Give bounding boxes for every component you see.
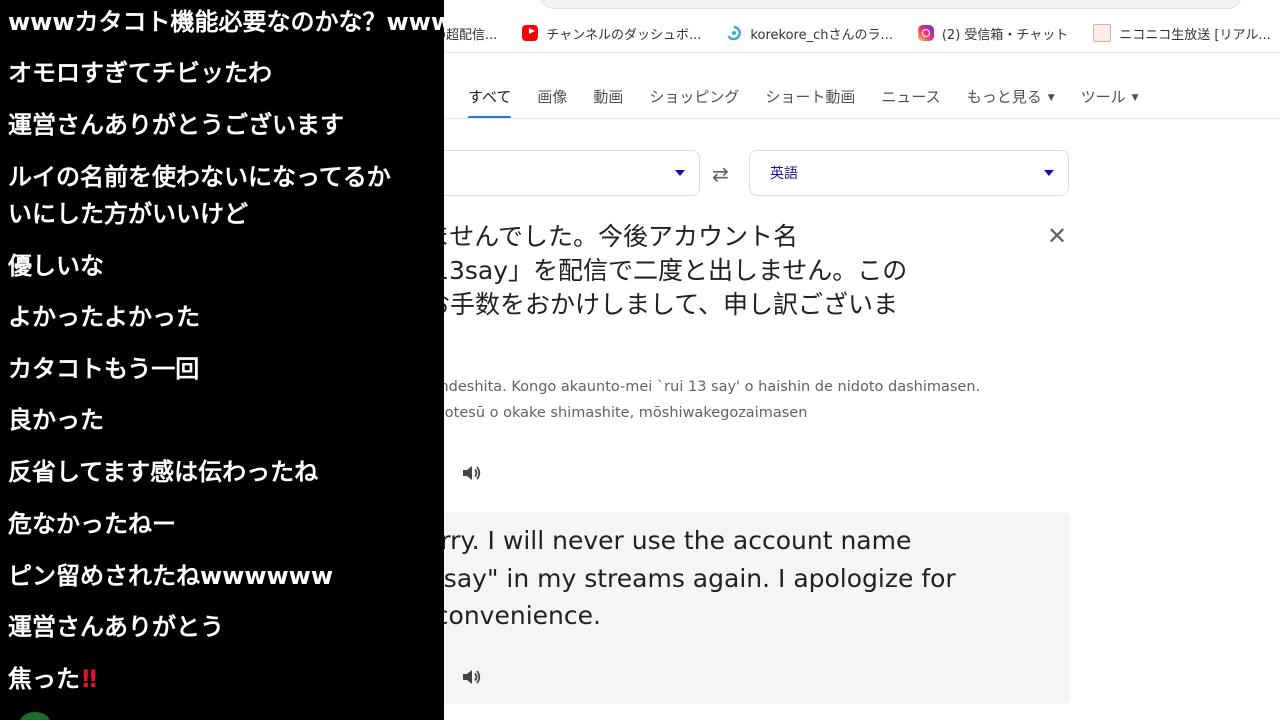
caret-down-icon: ▼ bbox=[1047, 92, 1055, 103]
target-language-label: 英語 bbox=[770, 166, 798, 182]
tab-label: ニュース bbox=[881, 88, 941, 106]
divider bbox=[420, 118, 1280, 119]
translated-text: sorry. I will never use the account name… bbox=[412, 522, 1052, 635]
comment-item: 反省してます感は伝わったね bbox=[8, 458, 319, 486]
bookmark-label: チャンネルのダッシュボ... bbox=[546, 27, 702, 43]
comment-item: ピン留めされたねwwwwww bbox=[8, 562, 334, 590]
source-line: みませんでした。今後アカウント名 bbox=[400, 222, 799, 251]
translated-line: 13say" in my streams again. I apologize … bbox=[412, 563, 956, 593]
tab-news[interactable]: ニュース bbox=[881, 86, 940, 119]
tab-label: ショッピング bbox=[649, 88, 740, 106]
speaker-icon[interactable] bbox=[460, 462, 482, 484]
source-text[interactable]: みませんでした。今後アカウント名 rui13say」を配信で二度と出しません。こ… bbox=[400, 220, 1050, 356]
partial-avatar bbox=[20, 712, 50, 720]
romaji-line: masendeshita. Kongo akaunto-mei `rui 13 … bbox=[400, 379, 981, 395]
tab-tools[interactable]: ツール ▼ bbox=[1081, 86, 1139, 119]
comment-item: カタコトもう一回 bbox=[8, 355, 200, 383]
bookmark-label: korekore_chさんのラ... bbox=[750, 27, 893, 43]
comment-item: オモロすぎてチビッたわ bbox=[8, 59, 272, 87]
tab-images[interactable]: 画像 bbox=[537, 86, 567, 119]
source-line: rui13say」を配信で二度と出しません。この bbox=[400, 256, 908, 285]
tab-label: もっと見る bbox=[966, 88, 1042, 106]
tab-short-videos[interactable]: ショート動画 bbox=[765, 86, 855, 119]
bookmark-item[interactable]: チャンネルのダッシュボ... bbox=[522, 24, 701, 43]
search-tabs: すべて 画像 動画 ショッピング ショート動画 ニュース もっと見る ▼ ツール ▼ bbox=[468, 86, 1165, 119]
dropdown-arrow-icon bbox=[1044, 170, 1054, 176]
bookmark-item[interactable]: (2) 受信箱・チャット bbox=[917, 24, 1069, 43]
comment-item: wwwカタコト機能必要なのかな？wwwww bbox=[8, 8, 444, 36]
bookmark-item[interactable]: korekore_chさんのラ... bbox=[726, 24, 893, 43]
clear-text-icon[interactable]: ✕ bbox=[1047, 222, 1067, 250]
romaji-line: abiha otesū o okake shimashite, mōshiwak… bbox=[400, 405, 808, 421]
bookmarks-bar: レ@超配信... チャンネルのダッシュボ... korekore_chさんのラ.… bbox=[420, 14, 1280, 53]
target-language-select[interactable]: 英語 bbox=[749, 150, 1069, 196]
comment-text: 焦った bbox=[8, 665, 80, 693]
comment-item: 良かった bbox=[8, 406, 104, 434]
romanization: masendeshita. Kongo akaunto-mei `rui 13 … bbox=[400, 374, 1060, 426]
niconico-icon bbox=[1093, 24, 1112, 42]
twitcasting-icon bbox=[727, 25, 742, 41]
comment-item: ルイの名前を使わないになってるか bbox=[8, 163, 391, 191]
comment-item: 優しいな bbox=[8, 252, 104, 280]
double-exclamation-icon: ‼ bbox=[82, 665, 98, 693]
comment-item: よかったよかった bbox=[8, 303, 200, 331]
bookmark-item[interactable]: ニコニコ生放送 [リアル... bbox=[1093, 24, 1271, 43]
translated-line: sorry. I will never use the account name bbox=[412, 526, 912, 555]
comment-item: 運営さんありがとうございます bbox=[8, 111, 344, 139]
tab-label: すべて bbox=[468, 88, 512, 106]
tab-label: ショート動画 bbox=[765, 88, 856, 106]
tab-videos[interactable]: 動画 bbox=[593, 86, 623, 119]
tab-all[interactable]: すべて bbox=[468, 86, 512, 119]
tab-label: 画像 bbox=[537, 88, 568, 106]
speaker-icon[interactable] bbox=[460, 666, 482, 688]
source-line: はお手数をおかけしまして、申し訳ございま bbox=[400, 290, 899, 319]
youtube-icon bbox=[522, 25, 539, 41]
translated-line: inconvenience. bbox=[412, 601, 601, 630]
caret-down-icon: ▼ bbox=[1131, 92, 1139, 103]
tab-shopping[interactable]: ショッピング bbox=[649, 86, 739, 119]
address-bar[interactable] bbox=[540, 0, 1242, 9]
comment-item: 運営さんありがとう bbox=[8, 613, 224, 641]
dropdown-arrow-icon bbox=[675, 170, 685, 176]
tab-more[interactable]: もっと見る ▼ bbox=[967, 86, 1055, 119]
tab-label: 動画 bbox=[593, 88, 624, 106]
bookmark-label: ニコニコ生放送 [リアル... bbox=[1119, 27, 1271, 43]
comment-item: いにした方がいいけど bbox=[8, 200, 248, 228]
swap-languages-icon[interactable]: ⇄ bbox=[712, 162, 729, 186]
tab-label: ツール bbox=[1080, 88, 1126, 106]
comment-overlay: wwwカタコト機能必要なのかな？wwwww オモロすぎてチビッたわ 運営さんあり… bbox=[0, 0, 444, 720]
bookmark-label: (2) 受信箱・チャット bbox=[941, 27, 1069, 43]
source-line: ん bbox=[400, 322, 1050, 356]
instagram-icon bbox=[917, 25, 934, 41]
comment-item: 焦った‼ bbox=[8, 664, 97, 694]
comment-item: 危なかったねー bbox=[8, 510, 176, 538]
